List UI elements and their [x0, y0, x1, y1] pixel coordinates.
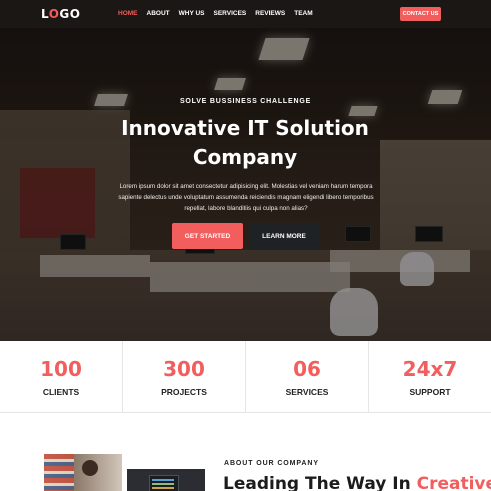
- hero-description: Lorem ipsum dolor sit amet consectetur a…: [118, 183, 374, 212]
- logo-text-prefix: L: [41, 7, 49, 21]
- about-image-office: [44, 454, 122, 491]
- nav-item-about[interactable]: ABOUT: [147, 10, 170, 17]
- get-started-button[interactable]: GET STARTED: [172, 223, 243, 249]
- about-title-plain: Leading The Way In: [223, 474, 417, 491]
- stat-label: PROJECTS: [161, 387, 207, 397]
- about-section: ABOUT OUR COMPANY Leading The Way In Cre…: [0, 413, 491, 491]
- stat-label: SERVICES: [285, 387, 329, 397]
- stat-services: 06 SERVICES: [246, 341, 369, 413]
- nav-item-team[interactable]: TEAM: [294, 10, 312, 17]
- hero-title: Innovative IT Solution Company: [121, 116, 369, 169]
- about-title-accent: Creative: [416, 474, 491, 491]
- stats-section: 100 CLIENTS 300 PROJECTS 06 SERVICES 24x…: [0, 341, 491, 413]
- stat-value: 100: [40, 357, 82, 381]
- stat-value: 06: [293, 357, 321, 381]
- stat-clients: 100 CLIENTS: [0, 341, 123, 413]
- hero-eyebrow: SOLVE BUSSINESS CHALLENGE: [179, 98, 312, 105]
- logo-text-suffix: GO: [59, 7, 81, 21]
- about-image-laptop: [127, 469, 205, 491]
- hero-section: SOLVE BUSSINESS CHALLENGE Innovative IT …: [0, 0, 491, 341]
- stat-value: 24x7: [402, 357, 458, 381]
- logo-text-o: O: [48, 7, 60, 21]
- about-title: Leading The Way In Creative: [223, 474, 491, 491]
- code-lines-graphic: [152, 479, 174, 481]
- person-graphic: [82, 460, 98, 476]
- contact-us-button[interactable]: CONTACT US: [400, 7, 441, 21]
- stat-support: 24x7 SUPPORT: [369, 341, 491, 413]
- learn-more-button[interactable]: LEARN MORE: [249, 223, 319, 249]
- nav-item-reviews[interactable]: REVIEWS: [255, 10, 285, 17]
- bookshelf-graphic: [44, 454, 74, 491]
- nav-item-why-us[interactable]: WHY US: [179, 10, 205, 17]
- stat-label: SUPPORT: [409, 387, 451, 397]
- stat-value: 300: [163, 357, 205, 381]
- nav-menu: HOME ABOUT WHY US SERVICES REVIEWS TEAM: [118, 10, 313, 17]
- laptop-screen-graphic: [149, 475, 179, 491]
- site-logo[interactable]: LOGO: [41, 7, 80, 21]
- nav-item-services[interactable]: SERVICES: [214, 10, 247, 17]
- stat-label: CLIENTS: [42, 387, 80, 397]
- top-navbar: LOGO HOME ABOUT WHY US SERVICES REVIEWS …: [0, 0, 491, 28]
- page: SOLVE BUSSINESS CHALLENGE Innovative IT …: [0, 0, 491, 491]
- about-eyebrow: ABOUT OUR COMPANY: [224, 460, 319, 467]
- nav-item-home[interactable]: HOME: [118, 10, 138, 17]
- stat-projects: 300 PROJECTS: [123, 341, 246, 413]
